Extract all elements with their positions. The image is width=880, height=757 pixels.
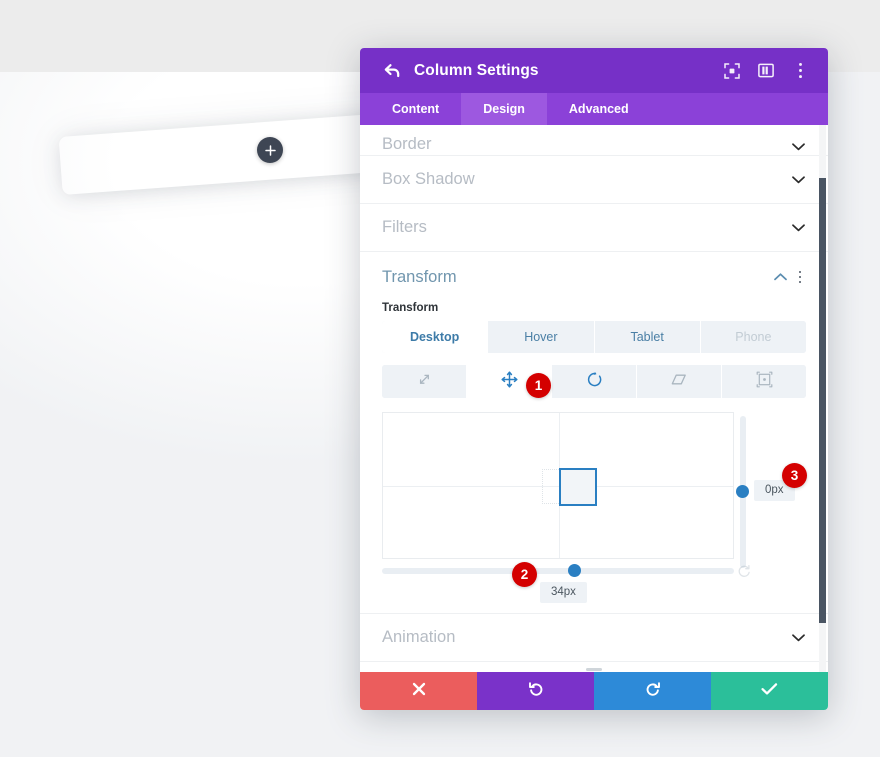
modal-action-bar xyxy=(360,672,828,710)
transform-preview-canvas[interactable] xyxy=(382,412,734,559)
device-tab-phone[interactable]: Phone xyxy=(700,321,806,353)
body-bottom-spacer xyxy=(360,662,828,672)
focus-icon[interactable] xyxy=(722,61,742,81)
skew-icon xyxy=(670,371,688,393)
tab-design[interactable]: Design xyxy=(461,93,547,125)
transform-field-label: Transform xyxy=(382,302,439,314)
resize-grab-handle[interactable] xyxy=(586,668,602,671)
device-tab-hover[interactable]: Hover xyxy=(488,321,595,353)
reset-icon[interactable] xyxy=(737,564,751,578)
redo-button[interactable] xyxy=(594,672,711,710)
horizontal-offset-slider[interactable] xyxy=(382,564,734,577)
transform-mode-origin[interactable] xyxy=(722,365,806,398)
scale-icon xyxy=(416,371,433,393)
section-box-shadow[interactable]: Box Shadow xyxy=(360,156,828,204)
transform-mode-skew[interactable] xyxy=(637,365,722,398)
translate-move-icon xyxy=(501,371,518,393)
callout-badge-3: 3 xyxy=(782,463,807,488)
section-transform-header[interactable]: Transform xyxy=(360,252,828,302)
modal-scrollbar-thumb[interactable] xyxy=(819,178,826,623)
chevron-down-icon xyxy=(790,139,806,155)
plus-icon xyxy=(264,144,276,156)
transform-mode-rotate[interactable] xyxy=(552,365,637,398)
close-x-icon xyxy=(412,682,426,701)
transformed-element-box[interactable] xyxy=(559,468,597,506)
section-box-shadow-label: Box Shadow xyxy=(382,170,475,188)
screen: Column Settings Content Design Advanced … xyxy=(0,0,880,757)
vertical-offset-slider[interactable] xyxy=(736,416,749,568)
kebab-menu-icon[interactable] xyxy=(790,61,810,81)
section-animation[interactable]: Animation xyxy=(360,614,828,662)
redo-arrow-icon xyxy=(645,681,661,702)
section-border-label: Border xyxy=(382,135,432,153)
device-state-tabs: Desktop Hover Tablet Phone xyxy=(382,321,806,353)
modal-title: Column Settings xyxy=(414,61,539,79)
chevron-down-icon xyxy=(790,172,806,188)
checkmark-icon xyxy=(761,682,778,701)
modal-header: Column Settings xyxy=(360,48,828,93)
device-tab-tablet[interactable]: Tablet xyxy=(594,321,701,353)
cancel-button[interactable] xyxy=(360,672,477,710)
section-transform-label: Transform xyxy=(382,267,457,286)
undo-arrow-icon xyxy=(528,681,544,702)
tab-advanced[interactable]: Advanced xyxy=(547,93,651,125)
undo-button[interactable] xyxy=(477,672,594,710)
save-button[interactable] xyxy=(711,672,828,710)
rotate-icon xyxy=(586,371,603,393)
modal-scrollbar-track[interactable] xyxy=(819,125,826,672)
origin-icon xyxy=(756,371,773,393)
transform-mode-tabs xyxy=(382,365,806,398)
horizontal-value-chip[interactable]: 34px xyxy=(540,582,587,603)
section-filters-label: Filters xyxy=(382,218,427,236)
tab-content[interactable]: Content xyxy=(370,93,461,125)
section-animation-label: Animation xyxy=(382,628,456,646)
callout-badge-1: 1 xyxy=(526,373,551,398)
device-tab-desktop[interactable]: Desktop xyxy=(382,321,489,353)
modal-tab-bar: Content Design Advanced xyxy=(360,93,828,125)
section-filters[interactable]: Filters xyxy=(360,204,828,252)
chevron-down-icon xyxy=(790,220,806,236)
vertical-slider-knob[interactable] xyxy=(736,485,749,498)
transform-mode-scale[interactable] xyxy=(382,365,467,398)
kebab-menu-icon[interactable] xyxy=(794,268,806,286)
column-settings-modal: Column Settings Content Design Advanced … xyxy=(360,48,828,710)
section-border[interactable]: Border xyxy=(360,125,828,156)
horizontal-slider-knob[interactable] xyxy=(568,564,581,577)
chevron-down-icon xyxy=(790,630,806,646)
transform-canvas-area: 34px 0px xyxy=(382,412,806,603)
back-arrow-icon[interactable] xyxy=(382,61,402,81)
modal-body: Border Box Shadow Filters Transform Tran… xyxy=(360,125,828,672)
section-transform: Transform Transform Desktop Hover Tablet… xyxy=(360,252,828,614)
chevron-up-icon[interactable] xyxy=(772,269,788,285)
header-icon-group xyxy=(722,61,810,81)
add-row-button[interactable] xyxy=(257,137,283,163)
layout-panel-icon[interactable] xyxy=(756,61,776,81)
callout-badge-2: 2 xyxy=(512,562,537,587)
